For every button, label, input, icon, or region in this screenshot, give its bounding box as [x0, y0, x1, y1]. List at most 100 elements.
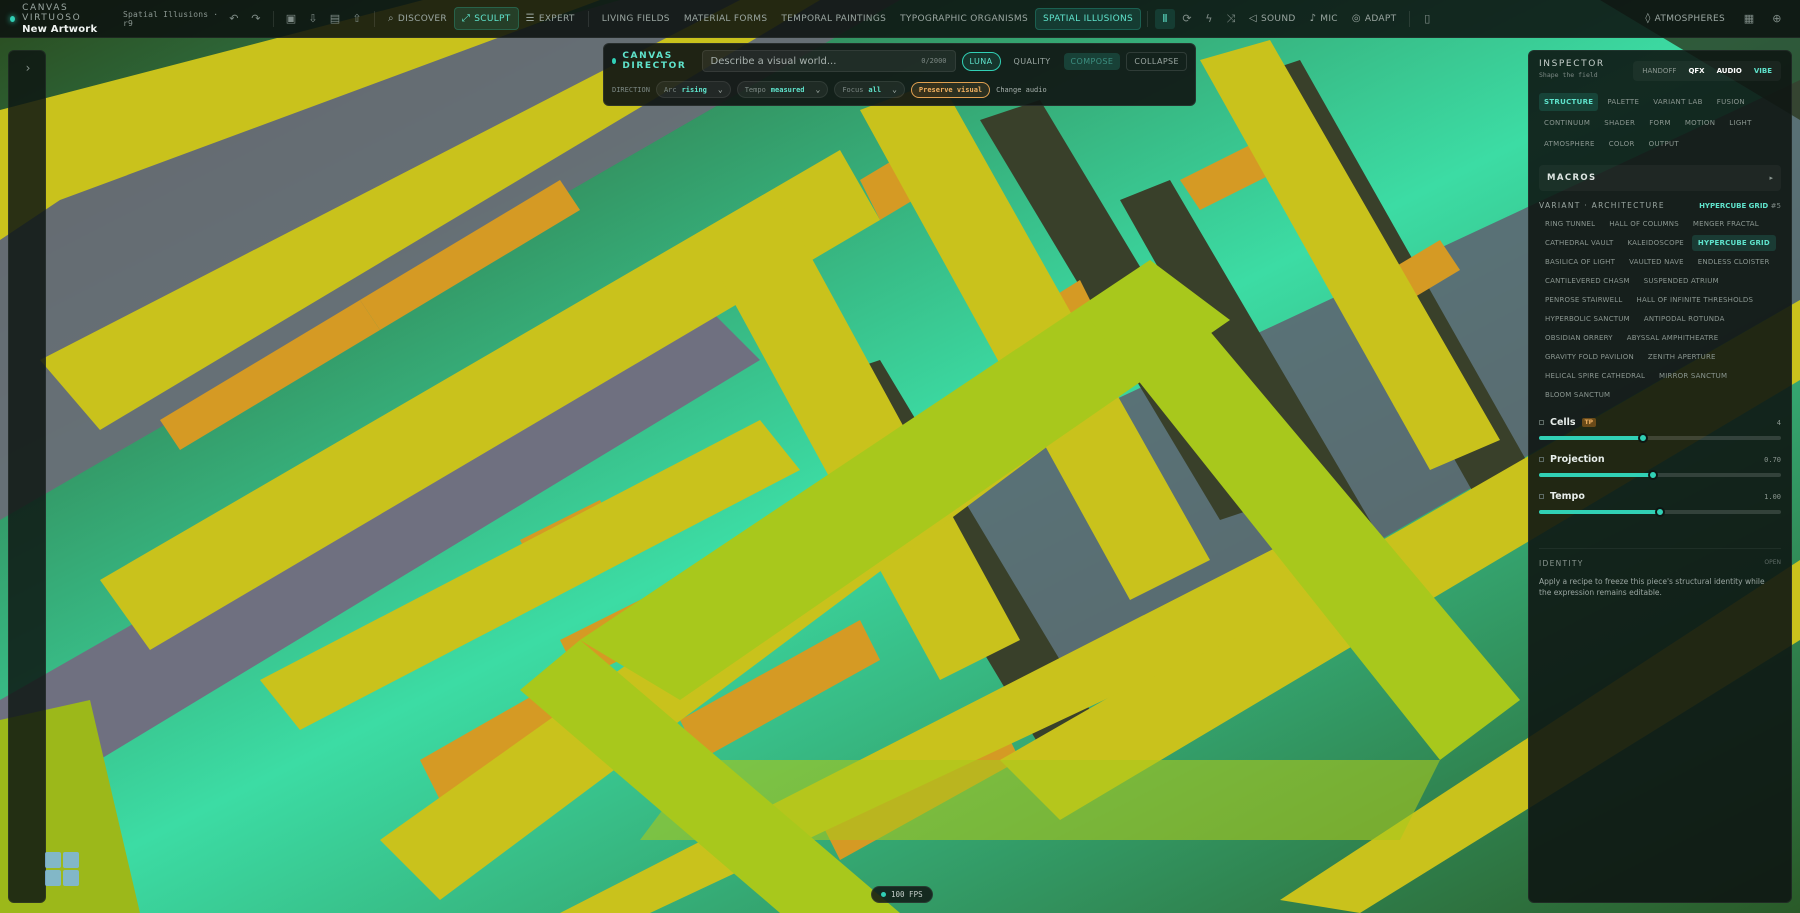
slider-label: Cells [1550, 417, 1576, 428]
file-icon[interactable]: ▤ [325, 9, 345, 29]
macros-section-toggle[interactable]: MACROS ▸ [1539, 165, 1781, 191]
category-spatial-illusions[interactable]: SPATIAL ILLUSIONS [1035, 7, 1142, 30]
slider-projection[interactable]: Projection 0.70 [1539, 454, 1781, 480]
redo-icon[interactable]: ↷ [246, 9, 266, 29]
variant-chip[interactable]: MENGER FRACTAL [1687, 216, 1765, 232]
layout-icon[interactable]: ▦ [1739, 9, 1759, 29]
tab-atmosphere[interactable]: ATMOSPHERE [1539, 135, 1600, 153]
prompt-input[interactable]: Describe a visual world... 0/2000 [701, 50, 956, 72]
slider-handle[interactable] [1647, 470, 1658, 480]
luna-button[interactable]: LUNA [961, 51, 1001, 71]
expert-button[interactable]: ☰ EXPERT [519, 8, 582, 29]
identity-tag[interactable]: OPEN [1764, 559, 1781, 568]
document-icon[interactable]: ▯ [1417, 9, 1437, 29]
lock-icon[interactable] [1539, 494, 1544, 499]
collapse-button[interactable]: COLLAPSE [1126, 51, 1187, 71]
slider-handle[interactable] [1638, 433, 1649, 443]
sliders-icon: ☰ [525, 13, 535, 24]
tab-output[interactable]: OUTPUT [1644, 135, 1684, 153]
quality-button[interactable]: QUALITY [1007, 53, 1058, 70]
variant-chip[interactable]: HYPERBOLIC SANCTUM [1539, 311, 1636, 327]
grid-logo-icon[interactable] [45, 852, 79, 886]
slider-track[interactable] [1539, 433, 1781, 443]
variant-chip[interactable]: KALEIDOSCOPE [1621, 235, 1689, 251]
variant-chip[interactable]: GRAVITY FOLD PAVILION [1539, 349, 1640, 365]
variant-chip[interactable]: BASILICA OF LIGHT [1539, 254, 1621, 270]
mode-audio[interactable]: AUDIO [1712, 64, 1747, 78]
pause-icon[interactable]: Ⅱ [1155, 8, 1176, 29]
undo-icon[interactable]: ↶ [224, 9, 244, 29]
slider-tempo[interactable]: Tempo 1.00 [1539, 491, 1781, 517]
change-audio-toggle[interactable]: Change audio [996, 86, 1047, 94]
slider-track[interactable] [1539, 470, 1781, 480]
variant-chip[interactable]: CANTILEVERED CHASM [1539, 273, 1636, 289]
refresh-icon[interactable]: ⟳ [1177, 9, 1197, 29]
slider-badge: TP [1581, 418, 1597, 427]
adapt-button[interactable]: ◎ ADAPT [1345, 8, 1404, 29]
mic-button[interactable]: ♪ MIC [1303, 8, 1345, 29]
mode-vibe[interactable]: VIBE [1749, 64, 1777, 78]
slider-track[interactable] [1539, 507, 1781, 517]
char-counter: 0/2000 [921, 57, 947, 65]
variant-chip[interactable]: ABYSSAL AMPHITHEATRE [1621, 330, 1725, 346]
share-icon[interactable]: ⇧ [347, 9, 367, 29]
variant-chip[interactable]: HELICAL SPIRE CATHEDRAL [1539, 368, 1651, 384]
artwork-title[interactable]: New Artwork [22, 24, 115, 35]
variant-chip[interactable]: MIRROR SANCTUM [1653, 368, 1733, 384]
tab-variant-lab[interactable]: VARIANT LAB [1648, 93, 1708, 111]
tab-continuum[interactable]: CONTINUUM [1539, 114, 1595, 132]
tab-shader[interactable]: SHADER [1599, 114, 1640, 132]
chevron-down-icon: ⌄ [815, 85, 821, 94]
discover-button[interactable]: ⌕ DISCOVER [381, 8, 454, 29]
tab-form[interactable]: FORM [1644, 114, 1676, 132]
focus-select[interactable]: Focus all ⌄ [834, 81, 905, 98]
slider-handle[interactable] [1655, 507, 1665, 517]
adapt-icon: ◎ [1351, 13, 1361, 24]
sound-button[interactable]: ◁ SOUND [1242, 8, 1303, 29]
sculpt-button[interactable]: ⤢ SCULPT [453, 7, 519, 30]
tab-structure[interactable]: STRUCTURE [1539, 93, 1599, 111]
chevron-right-icon[interactable]: › [9, 61, 47, 81]
variant-chip[interactable]: SUSPENDED ATRIUM [1638, 273, 1725, 289]
tab-light[interactable]: LIGHT [1724, 114, 1756, 132]
category-living-fields[interactable]: LIVING FIELDS [595, 9, 677, 29]
variant-chip[interactable]: HALL OF INFINITE THRESHOLDS [1631, 292, 1760, 308]
variant-chip[interactable]: PENROSE STAIRWELL [1539, 292, 1629, 308]
mode-qfx[interactable]: QFX [1683, 64, 1709, 78]
arc-select[interactable]: Arc rising ⌄ [655, 81, 731, 98]
tab-fusion[interactable]: FUSION [1712, 93, 1750, 111]
variant-chip[interactable]: RING TUNNEL [1539, 216, 1601, 232]
variant-chip[interactable]: ENDLESS CLOISTER [1692, 254, 1776, 270]
variant-chip[interactable]: ZENITH APERTURE [1642, 349, 1722, 365]
bolt-icon[interactable]: ϟ [1199, 9, 1219, 29]
variant-chip[interactable]: HALL OF COLUMNS [1603, 216, 1685, 232]
slider-cells[interactable]: Cells TP 4 [1539, 417, 1781, 443]
save-icon[interactable]: ▣ [281, 9, 301, 29]
variant-index: #5 [1770, 201, 1781, 210]
download-icon[interactable]: ⇩ [303, 9, 323, 29]
zoom-icon[interactable]: ⊕ [1767, 9, 1787, 29]
tempo-select[interactable]: Tempo measured ⌄ [736, 81, 829, 98]
macros-title: MACROS [1547, 173, 1597, 183]
slider-value: 1.00 [1764, 492, 1781, 501]
shuffle-icon[interactable]: ⤨ [1221, 9, 1241, 29]
lock-icon[interactable] [1539, 457, 1544, 462]
preserve-visual-toggle[interactable]: Preserve visual [910, 81, 991, 98]
category-material-forms[interactable]: MATERIAL FORMS [677, 9, 775, 29]
variant-chip[interactable]: BLOOM SANCTUM [1539, 387, 1616, 403]
variant-chip[interactable]: ANTIPODAL ROTUNDA [1638, 311, 1731, 327]
category-temporal-paintings[interactable]: TEMPORAL PAINTINGS [774, 9, 893, 29]
compose-button[interactable]: COMPOSE [1063, 52, 1121, 70]
mode-handoff[interactable]: HANDOFF [1637, 64, 1681, 78]
variant-chip[interactable]: OBSIDIAN ORRERY [1539, 330, 1619, 346]
tab-palette[interactable]: PALETTE [1602, 93, 1644, 111]
variant-chip[interactable]: HYPERCUBE GRID [1691, 235, 1776, 251]
director-status-dot [612, 58, 617, 64]
atmospheres-button[interactable]: ◊ ATMOSPHERES [1638, 8, 1732, 29]
tab-motion[interactable]: MOTION [1680, 114, 1720, 132]
variant-chip[interactable]: CATHEDRAL VAULT [1539, 235, 1619, 251]
category-typographic-organisms[interactable]: TYPOGRAPHIC ORGANISMS [893, 9, 1035, 29]
variant-chip[interactable]: VAULTED NAVE [1623, 254, 1690, 270]
tab-color[interactable]: COLOR [1604, 135, 1640, 153]
lock-icon[interactable] [1539, 420, 1544, 425]
